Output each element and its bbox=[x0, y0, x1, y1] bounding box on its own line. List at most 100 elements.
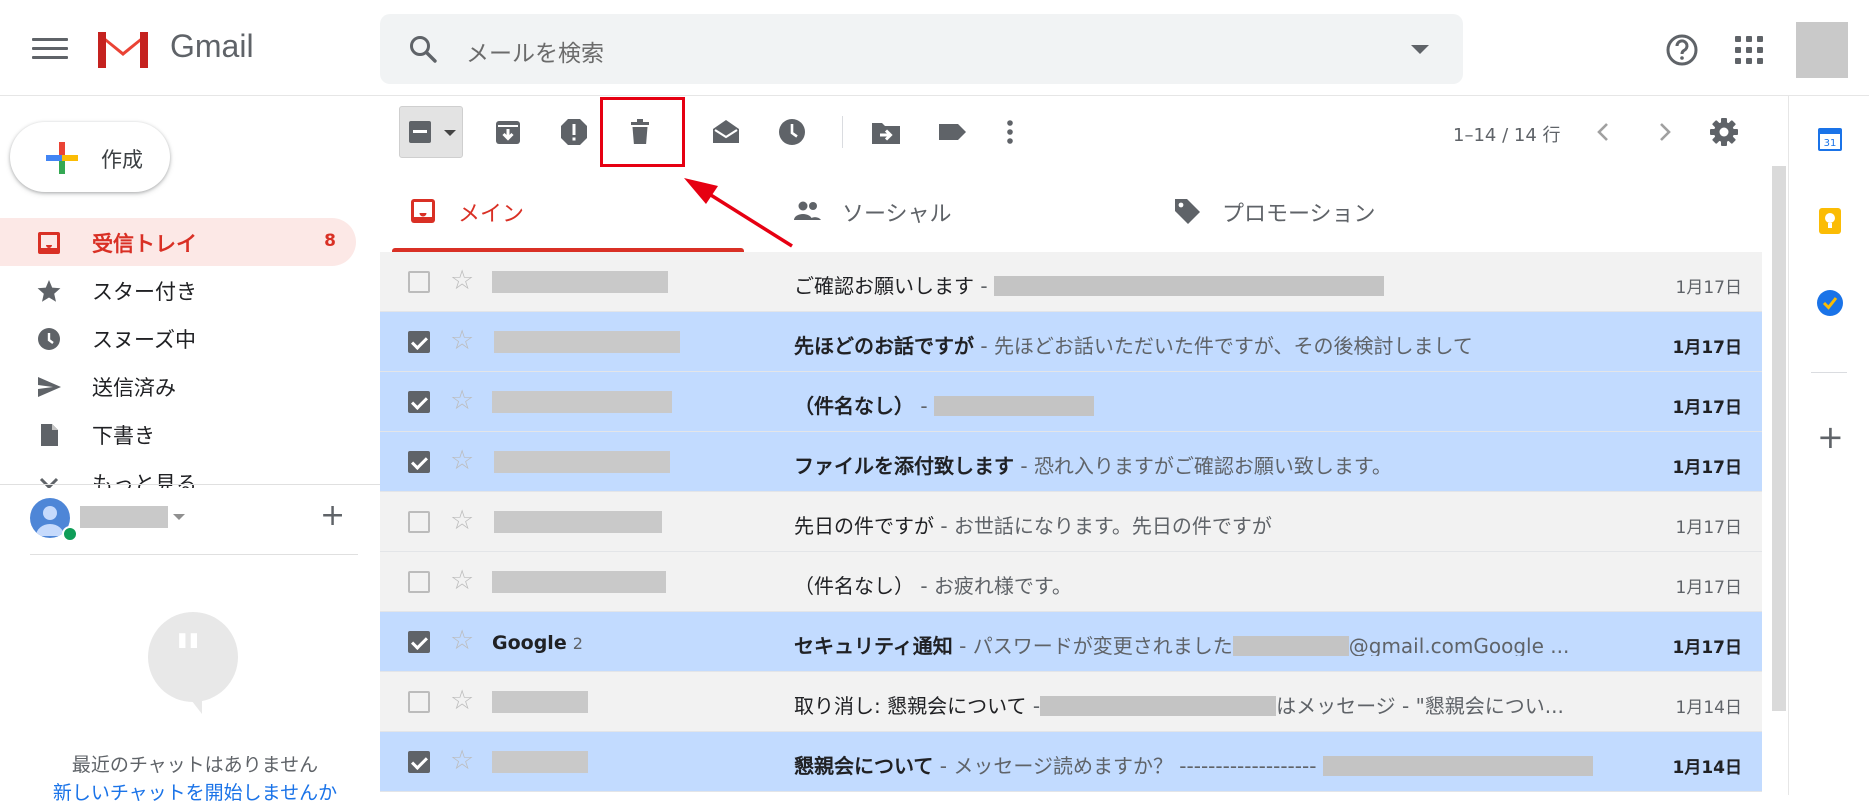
sender-redacted bbox=[492, 691, 588, 713]
older-chevron-right-icon[interactable] bbox=[1652, 118, 1676, 146]
app-title: Gmail bbox=[170, 28, 254, 64]
email-row[interactable]: ☆ Google 2 セキュリティ通知 - パスワードが変更されました @gmail… bbox=[380, 612, 1762, 672]
row-checkbox[interactable] bbox=[408, 691, 430, 713]
calendar-icon[interactable]: 31 bbox=[1815, 124, 1845, 154]
star-icon[interactable]: ☆ bbox=[450, 447, 474, 475]
email-subject: （件名なし） bbox=[794, 394, 914, 416]
hangouts-user-name[interactable] bbox=[80, 506, 168, 528]
inbox-icon bbox=[38, 232, 60, 254]
email-row[interactable]: ☆ （件名なし） - お疲れ様です。 1月17日 bbox=[380, 552, 1762, 612]
top-bar: Gmail メールを検索 bbox=[0, 0, 1869, 96]
row-checkbox[interactable] bbox=[408, 631, 430, 653]
tasks-icon[interactable] bbox=[1815, 288, 1845, 318]
star-icon bbox=[37, 280, 61, 302]
gmail-logo[interactable] bbox=[94, 26, 152, 70]
row-checkbox[interactable] bbox=[408, 271, 430, 293]
row-checkbox[interactable] bbox=[408, 751, 430, 773]
report-spam-icon[interactable] bbox=[558, 116, 590, 148]
search-bar[interactable]: メールを検索 bbox=[380, 14, 1463, 84]
mark-as-read-icon[interactable] bbox=[710, 116, 742, 148]
select-all-checkbox[interactable] bbox=[399, 106, 463, 158]
more-options-icon[interactable] bbox=[994, 116, 1026, 148]
delete-button-highlight bbox=[600, 97, 685, 167]
email-date: 1月14日 bbox=[1672, 758, 1743, 778]
email-date: 1月17日 bbox=[1672, 458, 1743, 478]
row-checkbox[interactable] bbox=[408, 511, 430, 533]
search-icon[interactable] bbox=[408, 34, 438, 64]
email-subject: （件名なし） bbox=[794, 574, 914, 596]
sender-redacted bbox=[492, 271, 668, 293]
hangouts-panel: + " 最近のチャットはありません 新しいチャットを開始しませんか bbox=[0, 484, 380, 804]
sidebar-item-drafts[interactable]: 下書き bbox=[0, 410, 356, 458]
help-icon[interactable] bbox=[1665, 33, 1699, 67]
tab-promotions[interactable]: プロモーション bbox=[1156, 172, 1536, 252]
newer-chevron-left-icon[interactable] bbox=[1592, 118, 1616, 146]
email-content: 先日の件ですが - お世話になります。先日の件ですが bbox=[794, 514, 1272, 536]
email-content: ご確認お願いします - bbox=[794, 270, 1594, 296]
email-row[interactable]: ☆ 先日の件ですが - お世話になります。先日の件ですが 1月17日 bbox=[380, 492, 1762, 552]
sidebar-item-inbox[interactable]: 受信トレイ 8 bbox=[0, 218, 356, 266]
email-snippet: 恐れ入りますがご確認お願い致します。 bbox=[1033, 454, 1392, 476]
start-chat-link[interactable]: 新しいチャットを開始しませんか bbox=[0, 778, 390, 805]
star-icon[interactable]: ☆ bbox=[450, 387, 474, 415]
unread-count-badge: 8 bbox=[324, 231, 336, 251]
online-status-icon bbox=[62, 526, 78, 542]
email-list: ☆ ご確認お願いします - 1月17日 ☆ 先ほどのお話ですが - 先ほどお話い… bbox=[380, 252, 1762, 792]
email-snippet: お疲れ様です。 bbox=[933, 574, 1072, 596]
star-icon[interactable]: ☆ bbox=[450, 327, 474, 355]
label-tag-icon[interactable] bbox=[936, 116, 968, 148]
status-dropdown-icon[interactable] bbox=[173, 514, 185, 520]
compose-button[interactable]: 作成 bbox=[10, 122, 170, 192]
tab-social[interactable]: ソーシャル bbox=[776, 172, 1156, 252]
indeterminate-checkbox-icon[interactable] bbox=[409, 121, 431, 143]
email-date: 1月17日 bbox=[1675, 278, 1742, 298]
archive-icon[interactable] bbox=[492, 116, 524, 148]
keep-bulb-icon[interactable] bbox=[1815, 206, 1845, 236]
star-icon[interactable]: ☆ bbox=[450, 627, 474, 655]
star-icon[interactable]: ☆ bbox=[450, 267, 474, 295]
email-date: 1月17日 bbox=[1672, 338, 1743, 358]
email-content: 懇親会について - メッセージ読めますか？ ------------------… bbox=[794, 750, 1594, 776]
account-avatar[interactable] bbox=[1796, 22, 1848, 78]
email-snippet-tail: @gmail.comGoogle ... bbox=[1348, 634, 1570, 656]
search-input[interactable]: メールを検索 bbox=[466, 34, 604, 68]
email-row[interactable]: ☆ 懇親会について - メッセージ読めますか？ ----------------… bbox=[380, 732, 1762, 792]
star-icon[interactable]: ☆ bbox=[450, 567, 474, 595]
email-date: 1月17日 bbox=[1675, 578, 1742, 598]
select-dropdown-icon[interactable] bbox=[444, 130, 456, 136]
sidebar-item-starred[interactable]: スター付き bbox=[0, 266, 356, 314]
email-row[interactable]: ☆ （件名なし） - 1月17日 bbox=[380, 372, 1762, 432]
star-icon[interactable]: ☆ bbox=[450, 747, 474, 775]
email-row[interactable]: ☆ 先ほどのお話ですが - 先ほどお話いただいた件ですが、その後検討しまして 1… bbox=[380, 312, 1762, 372]
row-checkbox[interactable] bbox=[408, 331, 430, 353]
email-row[interactable]: ☆ ファイルを添付致します - 恐れ入りますがご確認お願い致します。 1月17日 bbox=[380, 432, 1762, 492]
email-row[interactable]: ☆ ご確認お願いします - 1月17日 bbox=[380, 252, 1762, 312]
email-row[interactable]: ☆ 取り消し: 懇親会について - はメッセージ - "懇親会につい... 1月1… bbox=[380, 672, 1762, 732]
svg-text:31: 31 bbox=[1824, 138, 1837, 149]
main-menu-icon[interactable] bbox=[32, 38, 68, 60]
sidebar-item-snoozed[interactable]: スヌーズ中 bbox=[0, 314, 356, 362]
apps-grid-icon[interactable] bbox=[1735, 36, 1763, 64]
send-icon bbox=[38, 377, 61, 397]
sidebar-item-sent[interactable]: 送信済み bbox=[0, 362, 356, 410]
get-addons-plus-icon[interactable]: + bbox=[1817, 418, 1844, 456]
move-to-folder-icon[interactable] bbox=[870, 116, 902, 148]
snippet-redacted bbox=[993, 275, 1384, 296]
new-chat-plus-icon[interactable]: + bbox=[320, 498, 345, 533]
sender-redacted bbox=[492, 391, 672, 413]
sidebar-item-label: 送信済み bbox=[92, 376, 176, 400]
search-options-icon[interactable] bbox=[1411, 45, 1429, 54]
snippet-redacted bbox=[1040, 695, 1277, 716]
scrollbar[interactable] bbox=[1772, 166, 1786, 711]
tab-primary[interactable]: メイン bbox=[392, 172, 744, 252]
settings-gear-icon[interactable] bbox=[1708, 116, 1740, 148]
snippet-redacted bbox=[1322, 755, 1593, 776]
row-checkbox[interactable] bbox=[408, 391, 430, 413]
star-icon[interactable]: ☆ bbox=[450, 507, 474, 535]
email-subject: 懇親会について bbox=[794, 754, 934, 776]
star-icon[interactable]: ☆ bbox=[450, 687, 474, 715]
snooze-clock-icon[interactable] bbox=[776, 116, 808, 148]
sender-redacted bbox=[492, 571, 666, 593]
row-checkbox[interactable] bbox=[408, 571, 430, 593]
row-checkbox[interactable] bbox=[408, 451, 430, 473]
